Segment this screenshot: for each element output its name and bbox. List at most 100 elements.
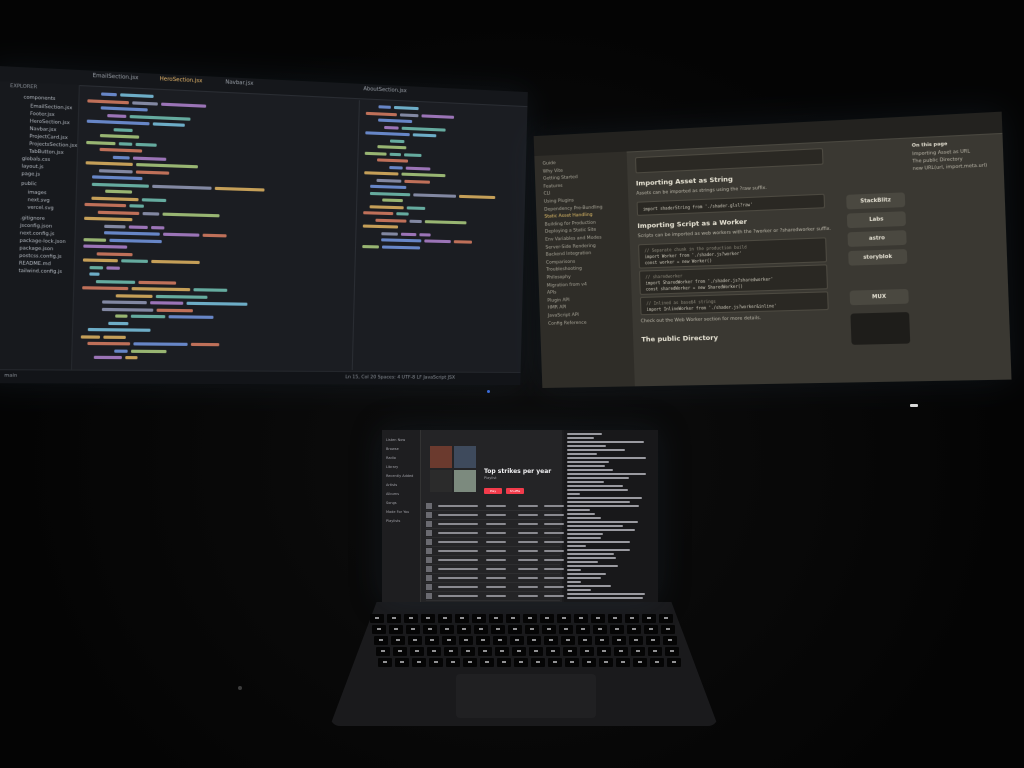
file-item[interactable]: package-lock.json bbox=[19, 239, 65, 245]
track-cell bbox=[544, 541, 564, 543]
terminal-pane[interactable] bbox=[564, 430, 658, 602]
sponsor-astro[interactable]: astro bbox=[847, 230, 906, 247]
file-item[interactable]: globals.css bbox=[22, 157, 50, 163]
music-sidebar-item[interactable]: Library bbox=[386, 465, 398, 469]
file-item[interactable]: next.config.js bbox=[20, 231, 55, 237]
docs-nav-item[interactable]: JavaScript API bbox=[548, 313, 579, 319]
file-item[interactable]: ProjectCard.jsx bbox=[29, 134, 68, 141]
play-button[interactable]: Play bbox=[484, 488, 502, 494]
docs-nav-item[interactable]: Philosophy bbox=[546, 275, 570, 281]
docs-nav-item[interactable]: Dependency Pre-Bundling bbox=[544, 205, 602, 212]
code-token bbox=[377, 178, 402, 182]
shuffle-button[interactable]: Shuffle bbox=[506, 488, 524, 494]
tab-navbar[interactable]: Navbar.jsx bbox=[225, 79, 254, 91]
code-token bbox=[363, 224, 398, 228]
code-token bbox=[377, 158, 408, 162]
file-item[interactable]: postcss.config.js bbox=[19, 254, 62, 260]
track-row[interactable] bbox=[426, 538, 560, 547]
track-row[interactable] bbox=[426, 592, 560, 601]
code-token bbox=[121, 259, 149, 263]
editor-pane-left[interactable] bbox=[73, 87, 352, 370]
file-item[interactable]: ProjectsSection.jsx bbox=[29, 142, 77, 149]
keyboard-key bbox=[506, 614, 520, 623]
tab-email-section[interactable]: EmailSection.jsx bbox=[92, 73, 138, 86]
toc-item[interactable]: new URL(url, import.meta.url) bbox=[913, 163, 988, 172]
sponsor-mux[interactable]: MUX bbox=[850, 289, 909, 305]
docs-nav-item[interactable]: Deploying a Static Site bbox=[545, 228, 596, 235]
docs-nav-item[interactable]: Building for Production bbox=[545, 220, 596, 227]
docs-nav-item[interactable]: Migration from v4 bbox=[547, 282, 587, 288]
docs-nav-item[interactable]: Env Variables and Modes bbox=[545, 236, 602, 243]
keyboard-key bbox=[580, 647, 594, 656]
sponsor-storyblok[interactable]: storyblok bbox=[848, 249, 907, 266]
docs-nav-item[interactable]: Guide bbox=[542, 161, 555, 167]
file-item[interactable]: next.svg bbox=[27, 198, 49, 204]
docs-nav-item[interactable]: Plugin API bbox=[547, 298, 569, 304]
docs-nav-item[interactable]: Troubleshooting bbox=[546, 267, 582, 273]
toc-item[interactable]: The public Directory bbox=[912, 157, 962, 165]
terminal-line bbox=[567, 597, 643, 599]
file-item[interactable]: README.md bbox=[19, 261, 51, 267]
file-item[interactable]: TabButton.jsx bbox=[29, 149, 64, 156]
file-item[interactable]: jsconfig.json bbox=[20, 224, 52, 230]
editor-pane-right[interactable] bbox=[352, 100, 524, 371]
sponsor-stackblitz[interactable]: StackBlitz bbox=[846, 192, 905, 209]
status-branch[interactable]: main bbox=[4, 373, 17, 378]
music-sidebar-item[interactable]: Playlists bbox=[386, 519, 400, 523]
docs-nav-item[interactable]: Static Asset Handling bbox=[544, 213, 592, 220]
folder-public[interactable]: public bbox=[21, 182, 37, 188]
file-item[interactable]: tailwind.config.js bbox=[19, 269, 63, 275]
ad-image[interactable] bbox=[850, 312, 910, 345]
desk-scene: EmailSection.jsx HeroSection.jsx Navbar.… bbox=[0, 0, 1024, 768]
track-row[interactable] bbox=[426, 556, 560, 565]
track-row[interactable] bbox=[426, 547, 560, 556]
music-sidebar-item[interactable]: Albums bbox=[386, 492, 399, 496]
docs-nav-item[interactable]: HMR API bbox=[547, 306, 566, 312]
track-row[interactable] bbox=[426, 529, 560, 538]
file-item[interactable]: EmailSection.jsx bbox=[30, 104, 72, 111]
docs-nav-item[interactable]: Features bbox=[543, 184, 562, 190]
music-sidebar-item[interactable]: Made For You bbox=[386, 510, 409, 514]
music-sidebar-item[interactable]: Browse bbox=[386, 447, 399, 451]
track-row[interactable] bbox=[426, 583, 560, 592]
music-sidebar-item[interactable]: Songs bbox=[386, 501, 397, 505]
track-row[interactable] bbox=[426, 520, 560, 529]
track-cell bbox=[486, 514, 506, 516]
keyboard-key bbox=[495, 647, 509, 656]
keyboard-key bbox=[523, 614, 537, 623]
track-row[interactable] bbox=[426, 574, 560, 583]
folder-components[interactable]: components bbox=[23, 95, 55, 102]
docs-nav-item[interactable]: Backend Integration bbox=[546, 251, 592, 258]
docs-nav-item[interactable]: Server-Side Rendering bbox=[545, 243, 595, 250]
file-item[interactable]: HeroSection.jsx bbox=[30, 119, 70, 126]
docs-nav-item[interactable]: APIs bbox=[547, 291, 557, 296]
terminal-line bbox=[567, 533, 603, 535]
music-sidebar-item[interactable]: Listen Now bbox=[386, 438, 405, 442]
tab-about-section[interactable]: AboutSection.jsx bbox=[363, 86, 407, 98]
keyboard-key bbox=[423, 625, 437, 634]
file-item[interactable]: Navbar.jsx bbox=[29, 127, 56, 133]
track-row[interactable] bbox=[426, 502, 560, 511]
status-cursor-info[interactable]: Ln 15, Col 20 Spaces: 4 UTF-8 LF JavaScr… bbox=[345, 375, 455, 381]
track-row[interactable] bbox=[426, 565, 560, 574]
file-item[interactable]: page.js bbox=[21, 172, 40, 178]
file-item[interactable]: .gitignore bbox=[20, 216, 45, 222]
tab-hero-section[interactable]: HeroSection.jsx bbox=[159, 76, 202, 89]
sponsor-labs[interactable]: Labs bbox=[847, 211, 906, 228]
file-item[interactable]: layout.js bbox=[22, 164, 44, 170]
file-item[interactable]: Footer.jsx bbox=[30, 112, 55, 118]
docs-nav-item[interactable]: Getting Started bbox=[543, 175, 578, 182]
docs-nav-item[interactable]: CLI bbox=[544, 192, 551, 197]
track-art bbox=[426, 575, 432, 581]
music-sidebar-item[interactable]: Recently Added bbox=[386, 474, 413, 478]
music-sidebar-item[interactable]: Radio bbox=[386, 456, 396, 460]
docs-nav-item[interactable]: Using Plugins bbox=[544, 198, 574, 204]
docs-nav-item[interactable]: Config Reference bbox=[548, 320, 587, 326]
track-row[interactable] bbox=[426, 511, 560, 520]
docs-nav-item[interactable]: Why Vite bbox=[543, 168, 563, 174]
file-item[interactable]: vercel.svg bbox=[27, 205, 53, 211]
music-sidebar-item[interactable]: Artists bbox=[386, 483, 397, 487]
docs-nav-item[interactable]: Comparisons bbox=[546, 259, 575, 265]
file-item[interactable]: package.json bbox=[19, 246, 53, 252]
file-item[interactable]: images bbox=[28, 190, 47, 196]
